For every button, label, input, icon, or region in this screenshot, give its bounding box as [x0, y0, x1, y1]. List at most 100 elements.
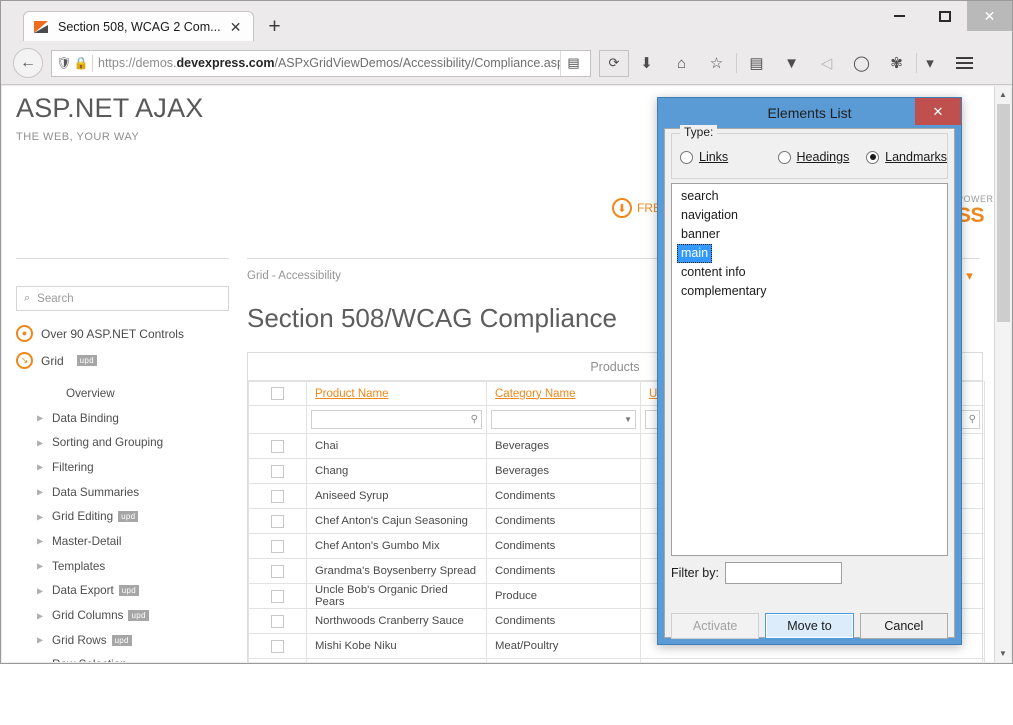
select-all-header[interactable]: [249, 382, 307, 406]
site-brand[interactable]: ASP.NET AJAX THE WEB, YOUR WAY: [16, 94, 204, 143]
sidebar-item-label: Row Selection: [52, 658, 127, 662]
row-select-cell[interactable]: [249, 609, 307, 634]
row-checkbox[interactable]: [271, 565, 284, 578]
list-item[interactable]: banner: [672, 225, 947, 244]
address-bar[interactable]: 🛡 🔒 https://demos.devexpress.com/ASPxGri…: [51, 50, 591, 77]
table-row[interactable]: IkuraSeafood: [249, 659, 985, 663]
send-tab-icon[interactable]: ◁: [809, 42, 844, 85]
chevron-right-icon: ▶: [37, 562, 43, 571]
scroll-down-icon[interactable]: ▼: [995, 645, 1011, 662]
minimize-button[interactable]: [877, 1, 922, 31]
list-item[interactable]: search: [672, 187, 947, 206]
update-badge: upd: [112, 635, 132, 646]
elements-listbox[interactable]: searchnavigationbannermaincontent infoco…: [671, 183, 948, 556]
filter-input-product-name[interactable]: ⚲: [311, 410, 482, 429]
row-checkbox[interactable]: [271, 540, 284, 553]
sidebar-item-grid-editing[interactable]: ▶Grid Editingupd: [16, 504, 231, 529]
select-all-checkbox[interactable]: [271, 387, 284, 400]
shield-icon[interactable]: 🛡: [56, 56, 72, 70]
sidebar-item-sorting-and-grouping[interactable]: ▶Sorting and Grouping: [16, 430, 231, 455]
list-item[interactable]: complementary: [672, 282, 947, 301]
hamburger-menu-icon[interactable]: [945, 42, 983, 85]
download-icon[interactable]: ⬇: [629, 42, 664, 85]
move-to-button[interactable]: Move to: [765, 613, 853, 639]
sidebar-item-data-export[interactable]: ▶Data Exportupd: [16, 579, 231, 604]
cell-product-name: Grandma's Boysenberry Spread: [307, 559, 487, 584]
row-checkbox[interactable]: [271, 515, 284, 528]
search-input[interactable]: ⌕ Search: [16, 286, 229, 311]
new-tab-button[interactable]: +: [260, 13, 290, 41]
sidebar-item-templates[interactable]: ▶Templates: [16, 554, 231, 579]
scroll-up-icon[interactable]: ▲: [995, 86, 1011, 103]
radio-row: Links Headings Landmarks: [672, 150, 947, 164]
list-item-label: banner: [677, 225, 724, 244]
row-checkbox[interactable]: [271, 640, 284, 653]
row-select-cell[interactable]: [249, 559, 307, 584]
reload-button[interactable]: ⟳: [599, 50, 629, 77]
scrollbar-thumb[interactable]: [997, 104, 1010, 322]
row-checkbox[interactable]: [271, 465, 284, 478]
window-close-button[interactable]: ✕: [967, 1, 1012, 31]
list-item[interactable]: main: [672, 244, 947, 263]
filter-cell-product-name[interactable]: ⚲: [307, 406, 487, 434]
activate-button[interactable]: Activate: [671, 613, 759, 639]
radio-label: Landmarks: [885, 150, 947, 164]
extension-icon[interactable]: ✾: [879, 42, 914, 85]
row-select-cell[interactable]: [249, 484, 307, 509]
row-checkbox[interactable]: [271, 615, 284, 628]
row-select-cell[interactable]: [249, 509, 307, 534]
filter-input-category-name[interactable]: ▼: [491, 410, 636, 429]
sidebar-item-row-selection[interactable]: ▶Row Selection: [16, 653, 231, 662]
sidebar-item-overview[interactable]: Overview: [16, 381, 231, 406]
row-checkbox[interactable]: [271, 440, 284, 453]
sidebar-item-filtering[interactable]: ▶Filtering: [16, 455, 231, 480]
row-select-cell[interactable]: [249, 634, 307, 659]
library-icon[interactable]: ▤: [739, 42, 774, 85]
reader-mode-icon[interactable]: ▤: [560, 51, 586, 76]
pocket-icon[interactable]: ▼: [774, 42, 809, 85]
sidebar-item-data-summaries[interactable]: ▶Data Summaries: [16, 480, 231, 505]
row-select-cell[interactable]: [249, 584, 307, 609]
column-header-product-name[interactable]: Product Name: [307, 382, 487, 406]
sidebar-item-label: Grid: [41, 354, 64, 368]
row-checkbox[interactable]: [271, 490, 284, 503]
list-item[interactable]: content info: [672, 263, 947, 282]
maximize-button[interactable]: [922, 1, 967, 31]
browser-tab[interactable]: Section 508, WCAG 2 Com... ✕: [23, 11, 254, 41]
radio-headings[interactable]: Headings: [778, 150, 867, 164]
filter-input[interactable]: [725, 562, 842, 584]
row-select-cell[interactable]: [249, 459, 307, 484]
list-item-label: navigation: [677, 206, 742, 225]
bookmark-star-icon[interactable]: ☆: [699, 42, 734, 85]
list-item-label: search: [677, 187, 723, 206]
row-select-cell[interactable]: [249, 534, 307, 559]
sidebar-item-controls[interactable]: ● Over 90 ASP.NET Controls: [16, 325, 231, 342]
filter-cell-category-name[interactable]: ▼: [487, 406, 641, 434]
row-checkbox[interactable]: [271, 590, 284, 603]
list-item-label-selected: main: [677, 244, 712, 263]
cancel-button[interactable]: Cancel: [860, 613, 948, 639]
page-scrollbar[interactable]: ▲ ▼: [994, 86, 1011, 662]
chat-bubble-icon[interactable]: ◯: [844, 42, 879, 85]
close-icon[interactable]: ✕: [227, 18, 245, 36]
chevron-down-icon[interactable]: ▾: [919, 42, 941, 85]
radio-landmarks[interactable]: Landmarks: [866, 150, 947, 164]
sidebar-item-grid-rows[interactable]: ▶Grid Rowsupd: [16, 628, 231, 653]
sidebar-item-master-detail[interactable]: ▶Master-Detail: [16, 529, 231, 554]
sidebar-item-grid-columns[interactable]: ▶Grid Columnsupd: [16, 603, 231, 628]
sidebar-item-label: Data Summaries: [52, 486, 139, 499]
home-icon[interactable]: ⌂: [664, 42, 699, 85]
column-header-category-name[interactable]: Category Name: [487, 382, 641, 406]
sidebar-item-grid[interactable]: ↘ Grid upd: [16, 352, 231, 369]
dialog-close-button[interactable]: ✕: [915, 98, 961, 125]
sidebar-item-label: Overview: [66, 387, 115, 400]
row-select-cell[interactable]: [249, 659, 307, 663]
lock-icon[interactable]: 🔒: [72, 56, 90, 70]
list-item[interactable]: navigation: [672, 206, 947, 225]
powered-by-devexpress-logo: POWERED BY SS: [957, 194, 994, 228]
back-button[interactable]: ←: [13, 48, 43, 78]
radio-links[interactable]: Links: [680, 150, 778, 164]
row-select-cell[interactable]: [249, 434, 307, 459]
sidebar-item-data-binding[interactable]: ▶Data Binding: [16, 406, 231, 431]
divider: [92, 55, 93, 72]
